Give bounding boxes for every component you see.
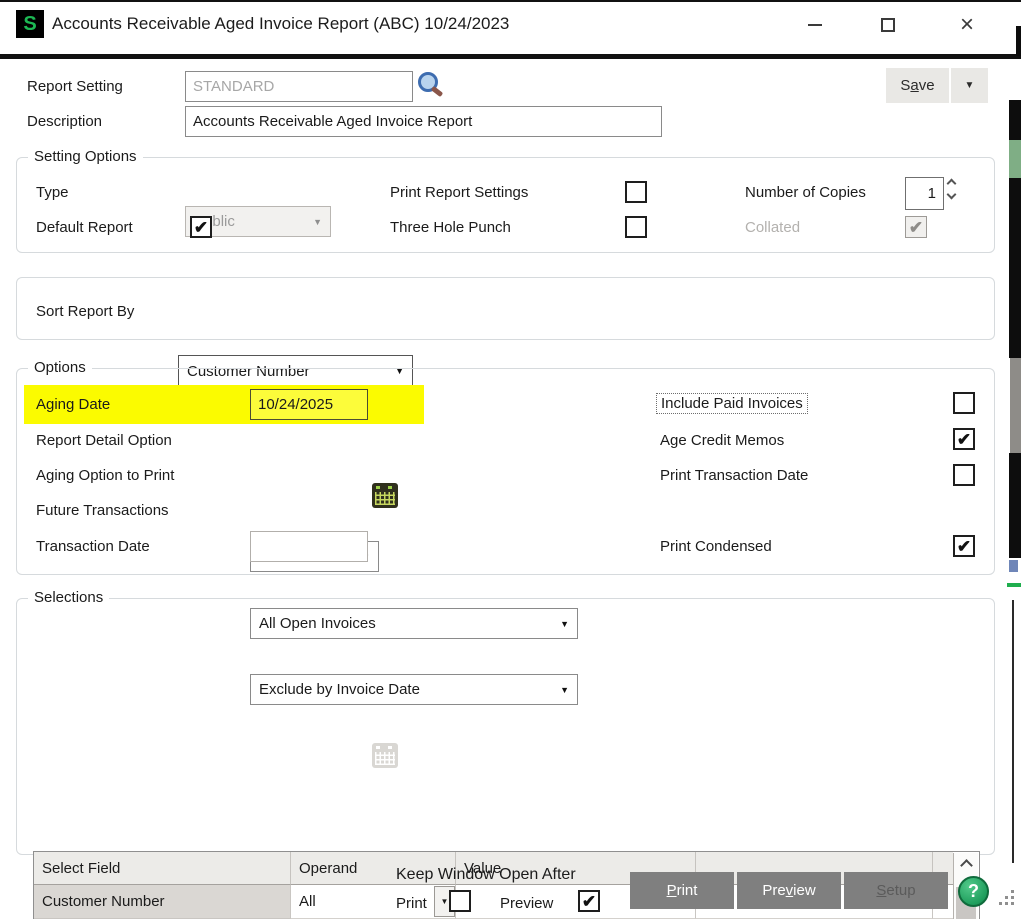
background-window-sliver — [1012, 600, 1014, 863]
save-dropdown-button[interactable] — [951, 68, 988, 103]
operand-cell[interactable]: All — [291, 885, 456, 919]
calendar-icon[interactable] — [372, 483, 398, 508]
help-icon[interactable] — [958, 876, 989, 907]
preview-button[interactable]: Preview — [737, 872, 841, 909]
titlebar-divider-line — [0, 54, 1021, 59]
background-window-sliver — [1009, 453, 1021, 558]
selections-group: Selections — [16, 598, 995, 855]
window-title: Accounts Receivable Aged Invoice Report … — [52, 14, 509, 34]
aging-option-to-print-label: Aging Option to Print — [36, 467, 174, 484]
description-input[interactable]: Accounts Receivable Aged Invoice Report — [185, 106, 662, 137]
background-window-sliver — [1009, 140, 1021, 178]
window: S Accounts Receivable Aged Invoice Repor… — [0, 0, 1021, 919]
report-detail-option-label: Report Detail Option — [36, 432, 172, 449]
chevron-down-icon — [313, 217, 322, 227]
print-transaction-date-label: Print Transaction Date — [660, 467, 808, 484]
include-paid-invoices-label: Include Paid Invoices — [656, 393, 808, 414]
report-setting-input[interactable]: STANDARD — [185, 71, 413, 102]
print-report-settings-checkbox[interactable] — [625, 181, 647, 203]
number-of-copies-label: Number of Copies — [745, 184, 866, 201]
spinner-down-icon[interactable] — [947, 190, 957, 200]
lookup-magnifier-icon[interactable] — [417, 72, 445, 100]
close-icon: × — [960, 15, 974, 35]
number-of-copies-input[interactable]: 1 — [905, 177, 944, 210]
setup-button: Setup — [844, 872, 948, 909]
future-transactions-label: Future Transactions — [36, 502, 169, 519]
resize-grip[interactable] — [997, 888, 1017, 908]
background-window-sliver — [1010, 358, 1021, 453]
options-legend: Options — [28, 359, 92, 376]
keep-open-preview-label: Preview — [500, 895, 553, 912]
maximize-icon — [881, 18, 895, 32]
minimize-icon — [808, 24, 822, 26]
top-edge-line — [0, 0, 1021, 2]
print-condensed-checkbox[interactable] — [953, 535, 975, 557]
selections-legend: Selections — [28, 589, 109, 606]
print-condensed-label: Print Condensed — [660, 538, 772, 555]
three-hole-punch-checkbox[interactable] — [625, 216, 647, 238]
column-header-select-field: Select Field — [34, 852, 291, 885]
print-report-settings-label: Print Report Settings — [390, 184, 528, 201]
keep-window-open-label: Keep Window Open After — [396, 866, 576, 884]
select-field-cell[interactable]: Customer Number — [34, 885, 291, 919]
setting-options-legend: Setting Options — [28, 148, 143, 165]
keep-open-preview-checkbox[interactable] — [578, 890, 600, 912]
keep-open-print-checkbox[interactable] — [449, 890, 471, 912]
spinner-up-icon[interactable] — [947, 179, 957, 189]
description-label: Description — [27, 113, 102, 130]
type-label: Type — [36, 184, 69, 201]
minimize-button[interactable] — [798, 12, 832, 38]
copies-spinner[interactable] — [948, 180, 955, 198]
transaction-date-input[interactable] — [250, 531, 368, 562]
default-report-label: Default Report — [36, 219, 133, 236]
chevron-down-icon — [441, 897, 449, 906]
background-window-sliver — [1007, 583, 1021, 587]
background-window-sliver — [1016, 26, 1021, 56]
sort-report-by-label: Sort Report By — [36, 303, 134, 320]
transaction-date-label: Transaction Date — [36, 538, 150, 555]
collated-label: Collated — [745, 219, 800, 236]
setting-options-group: Setting Options — [16, 157, 995, 253]
print-transaction-date-checkbox[interactable] — [953, 464, 975, 486]
aging-date-label: Aging Date — [36, 396, 110, 413]
default-report-checkbox[interactable] — [190, 216, 212, 238]
include-paid-invoices-checkbox[interactable] — [953, 392, 975, 414]
report-setting-label: Report Setting — [27, 78, 123, 95]
age-credit-memos-checkbox[interactable] — [953, 428, 975, 450]
sort-group — [16, 277, 995, 340]
age-credit-memos-label: Age Credit Memos — [660, 432, 784, 449]
background-window-sliver — [1009, 178, 1021, 358]
background-window-sliver — [1009, 100, 1021, 140]
background-window-sliver — [1009, 560, 1018, 572]
three-hole-punch-label: Three Hole Punch — [390, 219, 511, 236]
collated-checkbox — [905, 216, 927, 238]
save-button[interactable]: Save — [886, 68, 949, 103]
chevron-up-icon — [960, 859, 973, 872]
app-icon: S — [16, 10, 44, 38]
maximize-button[interactable] — [871, 12, 905, 38]
aging-date-input[interactable]: 10/24/2025 — [250, 389, 368, 420]
chevron-down-icon — [965, 80, 975, 91]
close-button[interactable]: × — [950, 12, 984, 38]
keep-open-print-label: Print — [396, 895, 427, 912]
print-button[interactable]: Print — [630, 872, 734, 909]
